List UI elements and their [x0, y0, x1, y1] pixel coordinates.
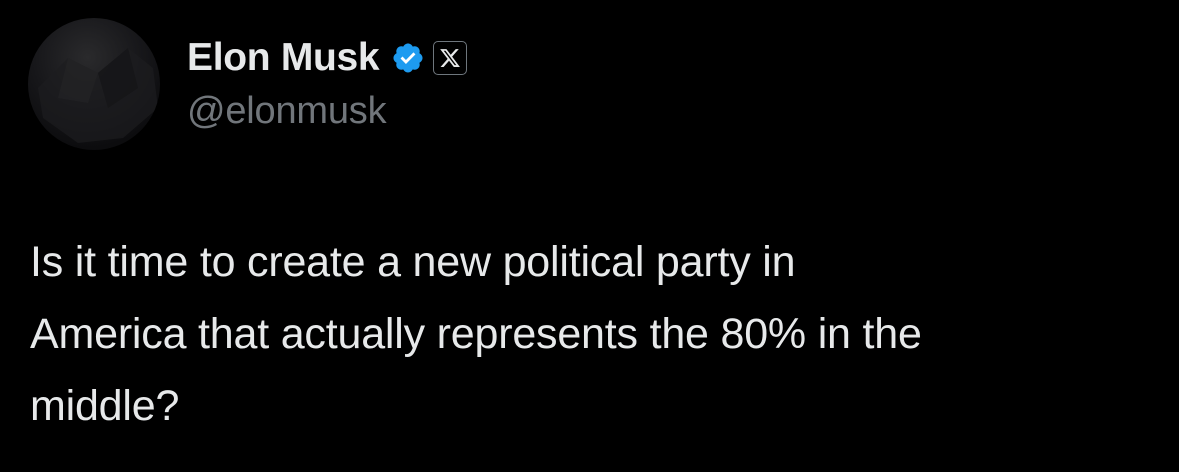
- name-row: Elon Musk: [187, 30, 468, 86]
- tweet-text: Is it time to create a new political par…: [30, 238, 922, 430]
- avatar-image-icon: [38, 48, 158, 143]
- x-logo-icon: [433, 41, 468, 75]
- avatar[interactable]: [28, 18, 160, 150]
- user-handle[interactable]: @elonmusk: [187, 90, 467, 133]
- tweet-header: Elon Musk @elonmusk: [187, 30, 468, 140]
- display-name[interactable]: Elon Musk: [187, 36, 380, 80]
- tweet-card: Elon Musk @elonmusk Is it time to create…: [0, 0, 1179, 472]
- verified-badge-icon: [391, 41, 425, 75]
